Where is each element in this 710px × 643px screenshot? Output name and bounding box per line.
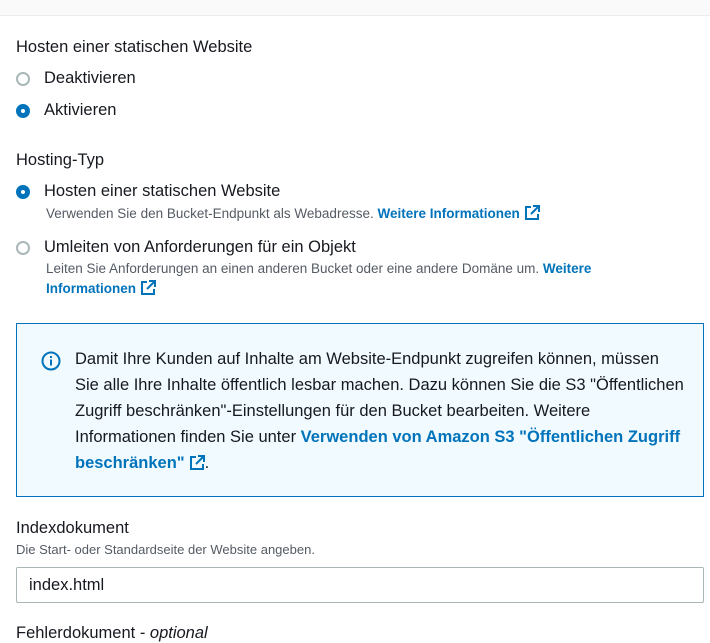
info-icon	[41, 351, 61, 371]
info-alert-suffix: .	[204, 454, 210, 472]
hosting-type-title: Hosting-Typ	[16, 151, 105, 169]
index-document-description: Die Start- oder Standardseite der Websit…	[16, 542, 315, 557]
error-document-label: Fehlerdokument - optional	[16, 624, 208, 643]
redirect-description-text: Leiten Sie Anforderungen an einen andere…	[46, 261, 540, 276]
radio-button-deactivate[interactable]	[16, 71, 30, 86]
radio-button-redirect[interactable]	[16, 240, 30, 255]
external-link-icon	[524, 205, 540, 220]
radio-button-static-hosting[interactable]	[16, 184, 30, 199]
error-document-optional: optional	[149, 624, 208, 642]
redirect-learn-more-text: Informationen	[46, 281, 136, 296]
external-link-icon	[141, 280, 156, 295]
radio-option-redirect[interactable]: Umleiten von Anforderungen für ein Objek…	[16, 238, 356, 257]
info-alert-text: Damit Ihre Kunden auf Inhalte am Website…	[75, 346, 685, 476]
redirect-description-line2: Informationen	[46, 280, 156, 296]
info-alert: Damit Ihre Kunden auf Inhalte am Website…	[16, 323, 704, 497]
radio-option-activate[interactable]: Aktivieren	[16, 101, 116, 120]
radio-label-static-hosting: Hosten einer statischen Website	[44, 182, 281, 200]
radio-label-redirect: Umleiten von Anforderungen für ein Objek…	[44, 238, 356, 256]
index-document-label: Indexdokument	[16, 519, 129, 537]
static-hosting-learn-more-link[interactable]: Weitere Informationen	[377, 205, 540, 221]
static-hosting-description-text: Verwenden Sie den Bucket-Endpunkt als We…	[46, 206, 374, 221]
error-document-separator: -	[135, 624, 150, 642]
error-document-label-text: Fehlerdokument	[16, 624, 136, 642]
radio-option-deactivate[interactable]: Deaktivieren	[16, 69, 136, 88]
radio-label-activate: Aktivieren	[44, 101, 117, 119]
radio-button-activate[interactable]	[16, 103, 30, 118]
hosting-section-title: Hosten einer statischen Website	[16, 38, 253, 56]
redirect-description: Leiten Sie Anforderungen an einen andere…	[46, 261, 591, 276]
redirect-learn-more-link-part2[interactable]: Informationen	[46, 280, 156, 296]
radio-option-static-hosting[interactable]: Hosten einer statischen Website	[16, 182, 280, 201]
radio-label-deactivate: Deaktivieren	[44, 69, 136, 87]
static-hosting-learn-more-text: Weitere Informationen	[377, 206, 520, 221]
top-divider-bar	[0, 0, 710, 16]
external-link-icon	[189, 455, 205, 470]
static-hosting-description: Verwenden Sie den Bucket-Endpunkt als We…	[46, 205, 540, 221]
redirect-learn-more-link-part1[interactable]: Weitere	[543, 261, 592, 276]
index-document-input[interactable]	[16, 567, 704, 603]
